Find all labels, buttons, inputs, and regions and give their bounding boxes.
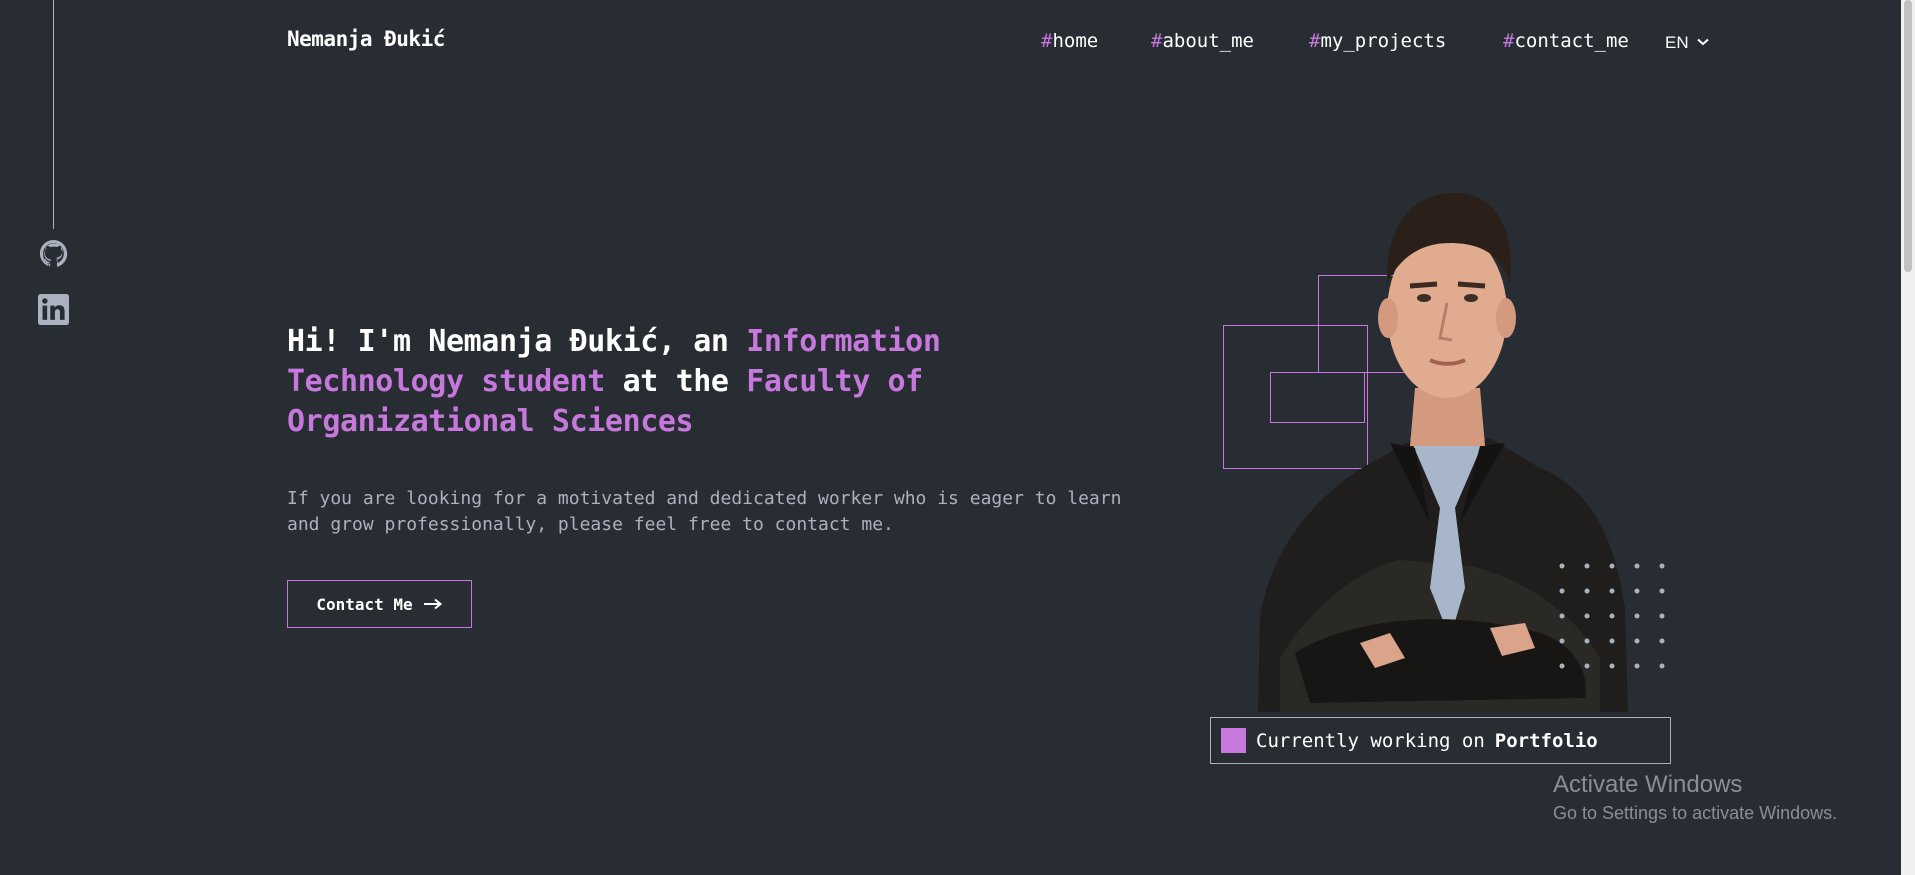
main-nav: #home #about_me #my_projects #contact_me [0,30,1915,60]
watermark-subtitle: Go to Settings to activate Windows. [1553,803,1838,823]
nav-hash: # [1309,30,1321,52]
nav-item-my-projects[interactable]: #my_projects [1309,30,1446,52]
nav-item-label: my_projects [1320,30,1447,52]
contact-me-button[interactable]: Contact Me [287,580,472,628]
hero-title-part1: Hi! I'm Nemanja Đukić, an [287,324,747,359]
current-project-status: Currently working on Portfolio [1210,717,1671,764]
hero-description: If you are looking for a motivated and d… [287,488,1122,535]
windows-activation-watermark: Activate Windows Go to Settings to activ… [1553,770,1837,826]
scrollbar-thumb[interactable] [1904,0,1912,272]
watermark-title: Activate Windows [1553,771,1743,798]
nav-item-label: home [1052,30,1099,52]
nav-hash: # [1503,30,1515,52]
nav-item-about-me[interactable]: #about_me [1151,30,1254,52]
page-scrollbar[interactable] [1901,0,1915,875]
nav-item-contact-me[interactable]: #contact_me [1503,30,1629,52]
github-icon[interactable] [38,238,69,269]
page: Nemanja Đukić #home #about_me #my_projec… [0,0,1915,875]
status-project-name: Portfolio [1494,729,1598,752]
nav-hash: # [1041,30,1053,52]
hero-title-part2: at the [604,364,747,399]
nav-item-label: contact_me [1514,30,1629,52]
nav-item-home[interactable]: #home [1041,30,1098,52]
status-indicator [1221,728,1246,753]
language-selector[interactable]: EN [1665,33,1710,53]
language-label: EN [1665,33,1689,52]
linkedin-icon[interactable] [38,294,69,325]
nav-hash: # [1151,30,1163,52]
arrow-right-icon [423,598,442,610]
nav-item-label: about_me [1162,30,1254,52]
contact-me-label: Contact Me [316,594,413,614]
status-prefix: Currently working on [1256,729,1485,752]
decor-dot-grid [1559,563,1665,669]
hero-title: Hi! I'm Nemanja Đukić, an Information Te… [287,322,1007,442]
chevron-down-icon [1697,38,1710,46]
